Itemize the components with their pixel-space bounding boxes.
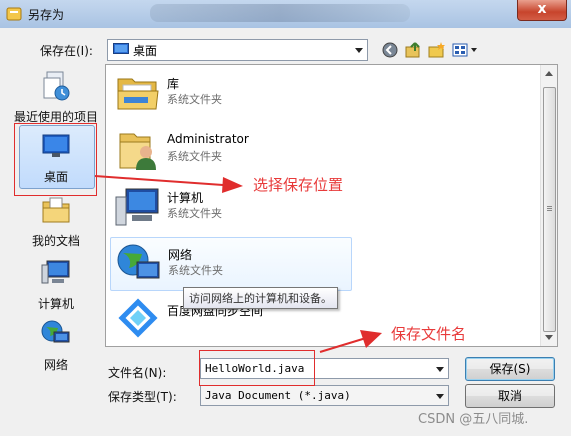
title-bar[interactable]: 另存为 x	[0, 0, 571, 28]
network-icon	[117, 244, 160, 279]
location-arrow	[95, 175, 243, 193]
filename-dropdown[interactable]	[432, 359, 448, 378]
filetype-select[interactable]: Java Document (*.java)	[200, 385, 449, 406]
place-computer[interactable]: 计算机	[9, 257, 103, 312]
file-type: 系统文件夹	[167, 150, 222, 163]
chevron-down-icon	[436, 367, 444, 372]
chevron-down-icon	[355, 48, 363, 53]
location-value: 桌面	[133, 44, 158, 58]
baidu-netdisk-icon	[118, 298, 158, 338]
library-icon	[117, 78, 159, 110]
computer-icon	[41, 260, 70, 284]
file-name: 网络	[168, 248, 193, 262]
list-item[interactable]: 网络 系统文件夹	[110, 237, 352, 291]
vertical-scrollbar[interactable]	[540, 65, 557, 346]
place-network[interactable]: 网络	[9, 318, 103, 373]
chevron-down-icon	[436, 394, 444, 399]
file-type: 系统文件夹	[167, 93, 222, 106]
recent-items-icon	[43, 71, 70, 101]
grip-icon	[547, 206, 552, 207]
filename-annotation: 保存文件名	[391, 325, 467, 343]
filename-arrow	[319, 330, 382, 353]
cancel-button[interactable]: 取消	[465, 384, 555, 408]
filename-highlight-box	[199, 350, 315, 386]
list-item[interactable]: 库 系统文件夹	[110, 67, 350, 119]
filetype-value: Java Document (*.java)	[205, 389, 351, 402]
watermark: CSDN @五八同城.	[418, 412, 529, 427]
scroll-down-icon[interactable]	[545, 335, 553, 340]
scroll-thumb[interactable]	[543, 87, 556, 332]
user-folder-icon	[119, 133, 156, 170]
location-annotation: 选择保存位置	[253, 176, 344, 194]
place-label: 我的文档	[31, 234, 80, 248]
place-label: 网络	[43, 358, 68, 372]
location-combobox[interactable]: 桌面	[107, 39, 368, 61]
network-icon	[41, 320, 70, 343]
up-folder-icon[interactable]	[403, 40, 423, 60]
close-button[interactable]: x	[517, 0, 567, 21]
file-type: 系统文件夹	[167, 207, 222, 220]
location-label: 保存在(I):	[40, 44, 93, 58]
desktop-icon	[113, 43, 129, 54]
place-documents[interactable]: 我的文档	[9, 194, 103, 249]
close-icon: x	[537, 1, 547, 17]
title-bar-background	[150, 4, 410, 22]
place-recent-items[interactable]: 最近使用的项目	[9, 70, 103, 125]
tooltip: 访问网络上的计算机和设备。	[183, 287, 338, 309]
desktop-highlight-box	[14, 123, 97, 196]
save-as-dialog: 另存为 x 保存在(I): 桌面 最近使用的项目 桌面 我的文档 计算机 网络 …	[0, 0, 571, 436]
documents-icon	[42, 197, 70, 223]
new-folder-icon[interactable]	[427, 40, 447, 60]
filename-label: 文件名(N):	[108, 366, 167, 380]
save-button[interactable]: 保存(S)	[465, 357, 555, 381]
window-title: 另存为	[28, 8, 65, 22]
list-item[interactable]: Administrator 系统文件夹	[110, 124, 350, 176]
place-label: 计算机	[37, 297, 74, 311]
file-name: Administrator	[167, 132, 249, 146]
places-bar: 最近使用的项目 桌面 我的文档 计算机 网络	[9, 64, 103, 376]
app-icon	[6, 7, 22, 21]
filetype-dropdown[interactable]	[432, 386, 448, 405]
scroll-up-icon[interactable]	[545, 71, 553, 76]
back-icon[interactable]	[380, 40, 400, 60]
file-name: 库	[167, 77, 180, 91]
filetype-label: 保存类型(T):	[108, 390, 177, 404]
file-type: 系统文件夹	[168, 264, 223, 277]
view-menu-icon[interactable]	[451, 40, 479, 60]
